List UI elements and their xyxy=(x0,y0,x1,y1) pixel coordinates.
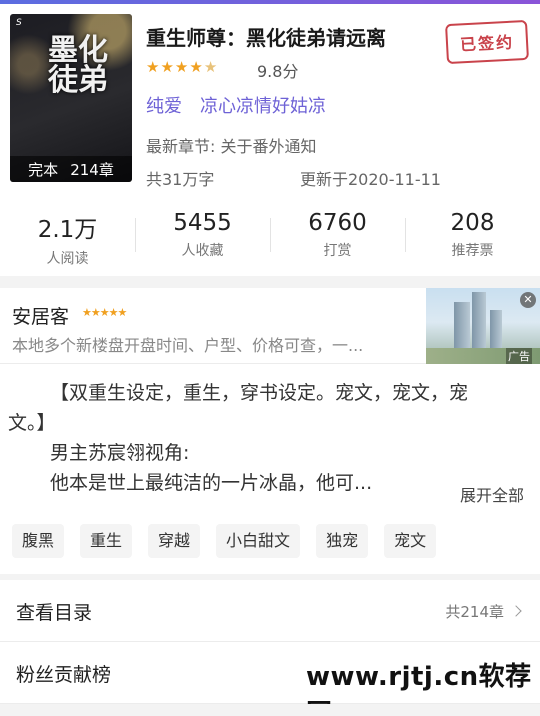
stat-label: 推荐票 xyxy=(451,243,494,259)
ad-rating-stars: ★★★★★ xyxy=(82,306,127,319)
word-count: 共31万字 xyxy=(146,170,215,189)
cover-chapters: 214章 xyxy=(70,160,114,179)
tag-list: 腹黑 重生 穿越 小白甜文 独宠 宠文 xyxy=(12,524,437,558)
half-star-icon: ★ xyxy=(203,58,218,76)
catalog-count: 共214章 xyxy=(445,601,522,622)
ad-title: 安居客 xyxy=(12,306,70,328)
star-icon: ★ xyxy=(189,58,203,76)
star-icon: ★ xyxy=(146,58,160,76)
tag-chip[interactable]: 穿越 xyxy=(148,524,201,558)
cover-badge: 完本 214章 xyxy=(10,156,132,182)
catalog-row[interactable]: 查看目录 共214章 xyxy=(0,580,540,642)
stat-value: 5455 xyxy=(173,210,232,236)
cover-logo: S xyxy=(16,18,22,28)
update-date: 更新于2020-11-11 xyxy=(300,170,441,189)
close-icon[interactable]: ✕ xyxy=(520,292,536,308)
tag-chip[interactable]: 独宠 xyxy=(316,524,369,558)
ad-banner[interactable]: 安居客 ★★★★★ 本地多个新楼盘开盘时间、户型、价格可查，一... ✕ 广告 xyxy=(0,288,540,364)
book-cover[interactable]: S 墨化徒弟 完本 214章 xyxy=(10,14,132,182)
category-author-line: 纯爱 凉心凉情好姑凉 xyxy=(146,92,326,118)
intro-line: 【双重生设定，重生，穿书设定。宠文，宠文，宠 xyxy=(50,382,469,404)
book-title: 重生师尊：黑化徒弟请远离 xyxy=(146,26,386,50)
category-link[interactable]: 纯爱 xyxy=(146,96,182,117)
author-link[interactable]: 凉心凉情好姑凉 xyxy=(200,96,326,117)
ad-description: 本地多个新楼盘开盘时间、户型、价格可查，一... xyxy=(12,336,364,355)
fans-label: 粉丝贡献榜 xyxy=(16,664,112,686)
top-accent-bar xyxy=(0,0,540,4)
cover-status: 完本 xyxy=(28,160,59,179)
stat-readers: 2.1万 人阅读 xyxy=(0,200,135,272)
building-shape xyxy=(454,302,470,350)
chevron-right-icon xyxy=(510,605,522,617)
stat-label: 人阅读 xyxy=(46,251,89,267)
tag-chip[interactable]: 宠文 xyxy=(384,524,437,558)
building-shape xyxy=(490,310,502,350)
latest-chapter[interactable]: 最新章节: 关于番外通知 xyxy=(146,133,316,157)
tag-chip[interactable]: 小白甜文 xyxy=(216,524,301,558)
signed-stamp: 已签约 xyxy=(445,19,529,65)
building-shape xyxy=(472,292,486,350)
intro-line: 文。】 xyxy=(8,412,56,434)
rating-score: 9.8分 xyxy=(257,62,299,81)
stat-label: 人收藏 xyxy=(181,243,224,259)
expand-all-button[interactable]: 展开全部 xyxy=(460,482,524,506)
stat-value: 6760 xyxy=(308,210,367,236)
catalog-label: 查看目录 xyxy=(16,602,93,624)
stat-votes[interactable]: 208 推荐票 xyxy=(405,200,540,272)
rating-stars: ★ ★ ★ ★ ★ xyxy=(146,58,217,76)
stat-tips[interactable]: 6760 打赏 xyxy=(270,200,405,272)
intro-line: 男主苏宸翎视角: xyxy=(50,442,190,464)
stat-favorites: 5455 人收藏 xyxy=(135,200,270,272)
intro-line: 他本是世上最纯洁的一片冰晶，他可... xyxy=(50,472,373,494)
stat-value: 208 xyxy=(450,210,495,236)
stat-label: 打赏 xyxy=(323,243,352,259)
cover-calligraphy: 墨化徒弟 xyxy=(48,33,108,98)
star-icon: ★ xyxy=(174,58,189,76)
star-icon: ★ xyxy=(160,58,174,76)
book-intro: 【双重生设定，重生，穿书设定。宠文，宠文，宠 文。】 男主苏宸翎视角: 他本是世… xyxy=(8,378,528,498)
section-divider xyxy=(0,276,540,288)
stat-value: 2.1万 xyxy=(37,217,98,243)
tag-chip[interactable]: 重生 xyxy=(80,524,133,558)
bottom-divider xyxy=(0,704,540,716)
ad-label: 广告 xyxy=(506,348,532,364)
tag-chip[interactable]: 腹黑 xyxy=(12,524,65,558)
stats-bar: 2.1万 人阅读 5455 人收藏 6760 打赏 208 推荐票 xyxy=(0,200,540,272)
chapter-count: 共214章 xyxy=(445,603,504,621)
